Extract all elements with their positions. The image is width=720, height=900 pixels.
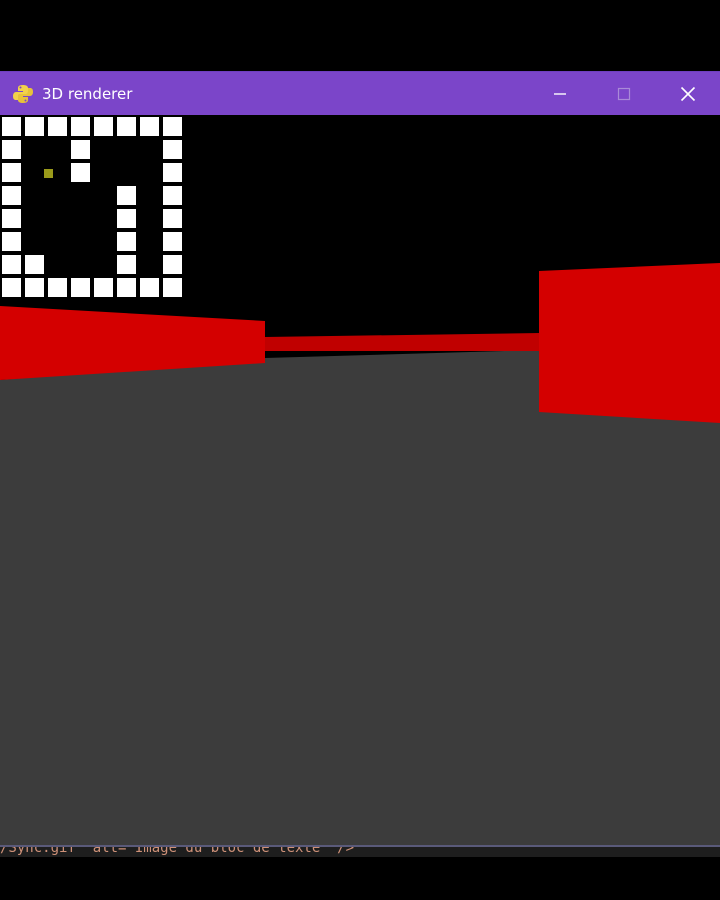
- code-fragment: /Sync.gif" alt="Image du bloc de texte" …: [0, 845, 355, 856]
- minimize-icon: [554, 92, 566, 95]
- minimap-wall-cell: [117, 255, 136, 274]
- minimap-wall-cell: [94, 117, 113, 136]
- window-controls: [528, 72, 720, 115]
- title-bar[interactable]: 3D renderer: [0, 72, 720, 115]
- minimap-wall-cell: [71, 140, 90, 159]
- minimap-wall-cell: [2, 186, 21, 205]
- minimap-wall-cell: [71, 163, 90, 182]
- minimize-button[interactable]: [528, 72, 592, 115]
- minimap-wall-cell: [163, 209, 182, 228]
- render-viewport[interactable]: [0, 115, 720, 854]
- minimap-wall-cell: [163, 117, 182, 136]
- minimap-wall-cell: [2, 232, 21, 251]
- minimap-wall-cell: [2, 255, 21, 274]
- minimap-wall-cell: [2, 278, 21, 297]
- minimap-wall-cell: [94, 278, 113, 297]
- floor: [0, 345, 720, 854]
- window-title: 3D renderer: [42, 84, 133, 103]
- minimap-wall-cell: [163, 232, 182, 251]
- minimap-wall-cell: [25, 255, 44, 274]
- maximize-button[interactable]: [592, 72, 656, 115]
- minimap-player-marker: [44, 169, 53, 178]
- minimap-wall-cell: [48, 117, 67, 136]
- minimap-wall-cell: [71, 117, 90, 136]
- minimap-wall-cell: [117, 117, 136, 136]
- minimap-wall-cell: [2, 117, 21, 136]
- minimap-wall-cell: [2, 209, 21, 228]
- minimap: [2, 117, 182, 297]
- maximize-icon: [617, 87, 631, 100]
- minimap-wall-cell: [2, 140, 21, 159]
- minimap-wall-cell: [163, 278, 182, 297]
- minimap-wall-cell: [117, 186, 136, 205]
- python-snake-icon: [12, 83, 34, 105]
- minimap-wall-cell: [2, 163, 21, 182]
- minimap-wall-cell: [25, 278, 44, 297]
- wall-right: [539, 263, 720, 423]
- minimap-wall-cell: [117, 278, 136, 297]
- minimap-wall-cell: [71, 278, 90, 297]
- close-icon: [680, 86, 696, 101]
- minimap-wall-cell: [163, 255, 182, 274]
- background-editor-text: /Sync.gif" alt="Image du bloc de texte" …: [0, 845, 720, 857]
- close-button[interactable]: [656, 72, 720, 115]
- minimap-wall-cell: [163, 186, 182, 205]
- minimap-wall-cell: [140, 278, 159, 297]
- screen: 3D renderer /Sync.gif" alt="Image du blo…: [0, 0, 720, 900]
- minimap-wall-cell: [140, 117, 159, 136]
- minimap-wall-cell: [25, 117, 44, 136]
- minimap-wall-cell: [48, 278, 67, 297]
- minimap-wall-cell: [117, 209, 136, 228]
- minimap-wall-cell: [163, 140, 182, 159]
- minimap-wall-cell: [117, 232, 136, 251]
- app-window: 3D renderer: [0, 71, 720, 854]
- minimap-wall-cell: [163, 163, 182, 182]
